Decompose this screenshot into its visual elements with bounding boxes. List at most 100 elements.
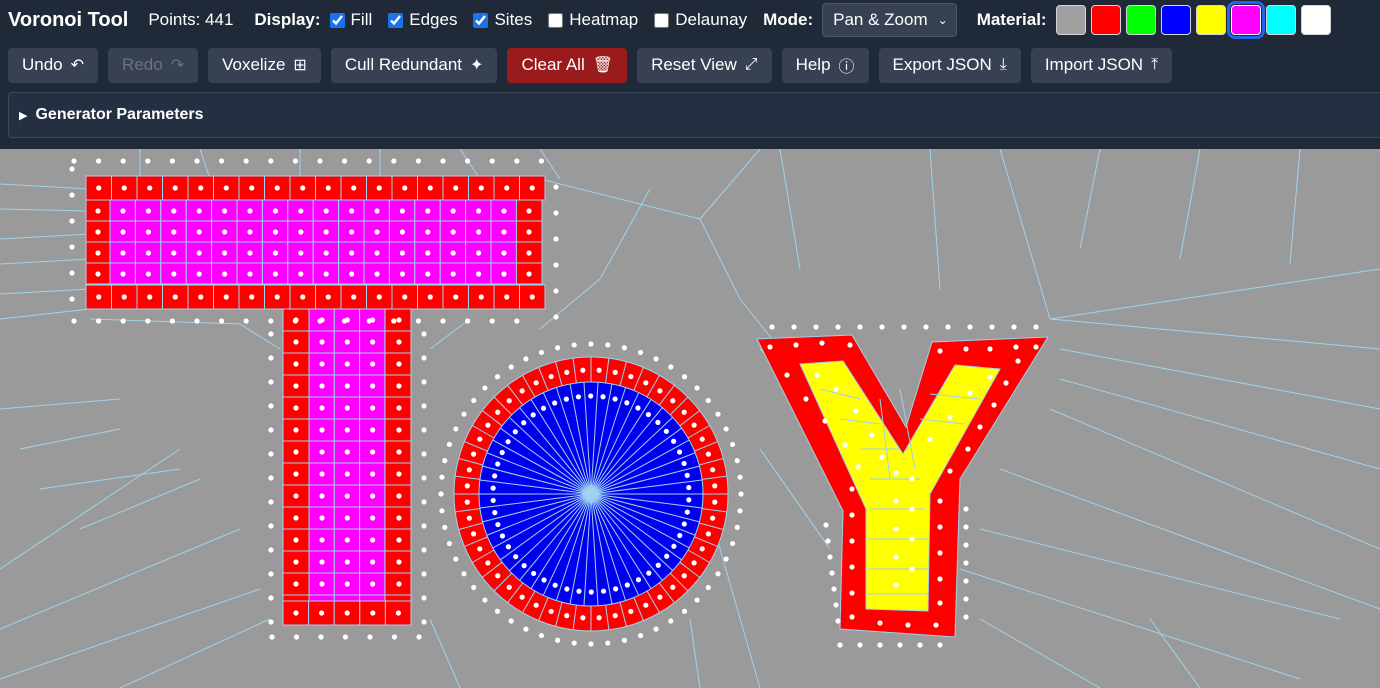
voronoi-site bbox=[421, 499, 427, 505]
top-toolbar: Voronoi Tool Points: 441 Display: Fill E… bbox=[0, 0, 1380, 40]
voronoi-site bbox=[268, 595, 274, 601]
voronoi-site bbox=[293, 537, 299, 543]
voronoi-site bbox=[147, 294, 153, 300]
voronoi-site bbox=[831, 586, 837, 592]
mode-select[interactable]: Pan & Zoom ⌄ bbox=[822, 3, 957, 37]
voronoi-site bbox=[421, 331, 427, 337]
voronoi-site bbox=[344, 449, 350, 455]
generator-parameters-toggle[interactable]: ▶ Generator Parameters bbox=[8, 92, 1380, 138]
voronoi-site bbox=[947, 468, 953, 474]
voronoi-site bbox=[69, 218, 75, 224]
voronoi-site bbox=[646, 570, 652, 576]
voronoi-site bbox=[351, 185, 357, 191]
edges-checkbox[interactable]: Edges bbox=[388, 10, 457, 30]
voronoi-site bbox=[723, 426, 729, 432]
voronoi-site bbox=[147, 185, 153, 191]
voronoi-site bbox=[399, 250, 405, 256]
voronoi-site bbox=[476, 208, 482, 214]
material-swatch[interactable] bbox=[1300, 5, 1331, 35]
voronoi-site bbox=[319, 449, 325, 455]
voronoi-diagram[interactable] bbox=[0, 149, 1380, 688]
grid-icon: ⊞ bbox=[293, 57, 307, 74]
redo-button[interactable]: Redo ↷ bbox=[108, 47, 199, 83]
heatmap-checkbox[interactable]: Heatmap bbox=[548, 10, 638, 30]
voronoi-site bbox=[319, 361, 325, 367]
voronoi-site bbox=[621, 637, 627, 643]
voronoi-site bbox=[538, 632, 545, 639]
delaunay-checkbox[interactable]: Delaunay bbox=[654, 10, 747, 30]
material-swatch[interactable] bbox=[1160, 5, 1191, 35]
reset-view-button[interactable]: Reset View ⤢ bbox=[637, 47, 772, 83]
voronoi-site bbox=[446, 540, 453, 547]
voronoi-site bbox=[495, 409, 501, 415]
voronoi-site bbox=[489, 158, 495, 164]
voronoi-site bbox=[450, 271, 456, 277]
material-swatch[interactable] bbox=[1055, 5, 1086, 35]
import-json-button[interactable]: Import JSON ⤒ bbox=[1030, 47, 1173, 83]
voronoi-site bbox=[69, 192, 75, 198]
voronoi-site bbox=[376, 185, 382, 191]
voronoi-site bbox=[367, 634, 373, 640]
voronoi-site bbox=[699, 546, 705, 552]
voronoi-site bbox=[564, 613, 570, 619]
voronoi-site bbox=[937, 600, 943, 606]
voronoi-site bbox=[370, 427, 376, 433]
voronoi-site bbox=[196, 208, 202, 214]
voronoi-site bbox=[453, 556, 459, 562]
voronoi-site bbox=[857, 324, 863, 330]
sites-checkbox[interactable]: Sites bbox=[473, 10, 532, 30]
voronoi-site bbox=[526, 229, 532, 235]
material-swatch[interactable] bbox=[1090, 5, 1121, 35]
voronoi-site bbox=[196, 271, 202, 277]
voronoi-site bbox=[612, 396, 618, 402]
voronoi-site bbox=[855, 464, 861, 470]
display-label: Display: bbox=[254, 10, 321, 29]
help-button[interactable]: Help ⓘ bbox=[781, 47, 869, 83]
voronoi-site bbox=[905, 622, 911, 628]
voronoi-site bbox=[663, 428, 669, 434]
voronoi-site bbox=[120, 271, 126, 277]
export-json-button[interactable]: Export JSON ⤓ bbox=[878, 47, 1021, 83]
voronoi-site bbox=[268, 499, 274, 505]
voronoi-site bbox=[421, 571, 427, 577]
voronoi-site bbox=[937, 524, 943, 530]
voronoi-site bbox=[624, 582, 630, 588]
voronoi-edge bbox=[929, 149, 941, 290]
voronoi-site bbox=[1015, 358, 1021, 364]
fill-checkbox[interactable]: Fill bbox=[329, 10, 372, 30]
voronoi-site bbox=[323, 229, 329, 235]
voronoi-site bbox=[937, 642, 943, 648]
voronoi-site bbox=[293, 471, 299, 477]
voronoi-site bbox=[571, 640, 577, 646]
material-swatch[interactable] bbox=[1195, 5, 1226, 35]
voronoi-edge bbox=[0, 398, 121, 410]
undo-button[interactable]: Undo ↶ bbox=[8, 47, 99, 83]
voronoi-site bbox=[937, 348, 943, 354]
clear-all-button[interactable]: Clear All 🗑 bbox=[507, 47, 628, 83]
voronoi-site bbox=[1033, 344, 1039, 350]
voronoi-site bbox=[624, 400, 630, 406]
voronoi-canvas[interactable] bbox=[0, 149, 1380, 688]
voronoi-site bbox=[399, 229, 405, 235]
voronoi-site bbox=[588, 393, 594, 399]
voronoi-site bbox=[376, 294, 382, 300]
voronoi-site bbox=[495, 521, 501, 528]
voronoi-site bbox=[450, 229, 456, 235]
voronoi-site bbox=[370, 449, 376, 455]
material-swatch[interactable] bbox=[1125, 5, 1156, 35]
voronoi-site bbox=[396, 405, 402, 411]
voronoi-site bbox=[963, 524, 969, 530]
material-swatch[interactable] bbox=[1226, 1, 1265, 39]
voronoi-site bbox=[268, 571, 274, 577]
voxelize-button[interactable]: Voxelize ⊞ bbox=[208, 47, 321, 83]
cull-redundant-button[interactable]: Cull Redundant ✦ bbox=[330, 47, 498, 83]
voronoi-edge bbox=[1179, 149, 1201, 260]
voronoi-site bbox=[425, 208, 431, 214]
voronoi-site bbox=[909, 566, 915, 572]
voronoi-site bbox=[869, 432, 875, 438]
voronoi-site bbox=[442, 524, 448, 530]
voronoi-site bbox=[391, 318, 397, 324]
voronoi-site bbox=[677, 532, 683, 539]
material-swatch[interactable] bbox=[1265, 5, 1296, 35]
voronoi-site bbox=[466, 467, 472, 473]
